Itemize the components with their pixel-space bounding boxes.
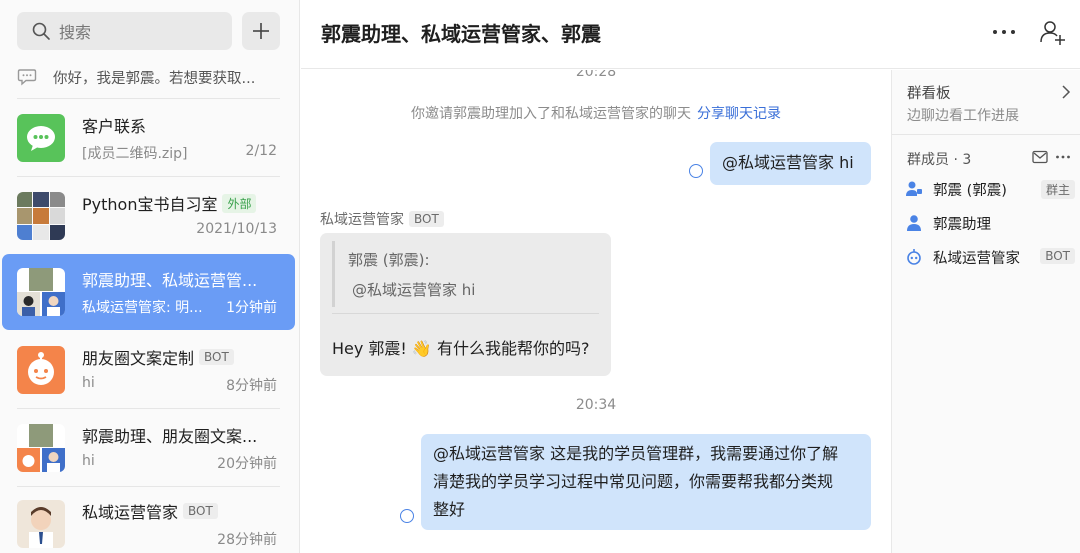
group-avatar — [17, 192, 65, 240]
members-title: 群成员 · 3 — [907, 152, 972, 168]
conversation-time: 28分钟前 — [217, 532, 277, 548]
bot-reply-text: Hey 郭震! 👋 有什么我能帮你的吗? — [332, 339, 590, 358]
conversation-name: 私域运营管家 BOT — [82, 499, 282, 523]
bot-tag: BOT — [199, 349, 234, 365]
robot-icon — [907, 249, 921, 265]
conversation-time: 20分钟前 — [217, 456, 277, 472]
bot-avatar — [17, 346, 65, 394]
outgoing-message[interactable]: @私域运营管家 这是我的学员管理群，我需要通过你了解 清楚我的学员学习过程中常见… — [421, 434, 871, 530]
conversation-sidebar: 搜索 你好，我是郭震。若想要获取... 客户联系 [成员二维码.zip] 2/1… — [0, 0, 300, 553]
add-member-button[interactable] — [1039, 18, 1067, 46]
conversation-name: Python宝书自习室 外部 — [82, 191, 282, 215]
conversation-subtitle: hi — [82, 453, 95, 469]
conversation-item-current-group[interactable]: 郭震助理、私域运营管... 私域运营管家: 明... 1分钟前 — [2, 254, 295, 330]
message-area[interactable]: 20:28 你邀请郭震助理加入了和私域运营管家的聊天 分享聊天记录 @私域运营管家… — [301, 70, 891, 553]
search-placeholder: 搜索 — [59, 23, 92, 42]
incoming-message[interactable]: 郭震 (郭震): @私域运营管家 hi Hey 郭震! 👋 有什么我能帮你的吗? — [320, 233, 611, 376]
bot-tag: BOT — [183, 503, 218, 519]
group-avatar — [17, 268, 65, 316]
group-info-panel: 群看板 边聊边看工作进展 群成员 · 3 郭震 (郭震) 群主 郭震助理 私域运… — [891, 70, 1080, 553]
conversation-item-private-ops-bot[interactable]: 私域运营管家 BOT 28分钟前 — [2, 486, 295, 553]
add-person-icon — [1040, 21, 1065, 45]
read-status-icon — [689, 164, 703, 178]
divider — [892, 134, 1080, 135]
quote-text: @私域运营管家 hi — [352, 281, 476, 299]
message-sender: 私域运营管家 BOT — [320, 209, 444, 229]
system-message: 你邀请郭震助理加入了和私域运营管家的聊天 分享聊天记录 — [411, 106, 781, 122]
conversation-time: 1分钟前 — [226, 300, 277, 316]
divider — [17, 98, 280, 99]
share-history-link[interactable]: 分享聊天记录 — [697, 106, 781, 122]
search-box[interactable]: 搜索 — [17, 12, 232, 50]
message-line: @私域运营管家 这是我的学员管理群，我需要通过你了解 — [433, 444, 839, 463]
group-avatar — [17, 424, 65, 472]
chat-header: 郭震助理、私域运营管家、郭震 — [301, 0, 1080, 69]
conversation-time: 8分钟前 — [226, 378, 277, 394]
conversation-name: 客户联系 — [82, 117, 147, 136]
chevron-right-icon — [1062, 85, 1071, 99]
plus-icon — [253, 23, 269, 39]
external-tag: 外部 — [222, 193, 257, 213]
timestamp: 20:34 — [575, 397, 617, 413]
quoted-message: 郭震 (郭震): @私域运营管家 hi — [332, 241, 599, 307]
member-item[interactable]: 郭震助理 — [905, 210, 1075, 236]
person-icon — [907, 215, 921, 231]
conversation-name: 朋友圈文案定制 BOT — [82, 345, 282, 369]
conversation-item-moments-group[interactable]: 郭震助理、朋友圈文案... hi 20分钟前 — [2, 410, 295, 486]
quote-divider — [332, 313, 599, 314]
quote-author: 郭震 (郭震): — [348, 251, 430, 269]
member-name: 私域运营管家 — [933, 250, 1020, 267]
conversation-item-customer-contact[interactable]: 客户联系 [成员二维码.zip] 2/12 — [2, 100, 295, 176]
member-name: 郭震助理 — [933, 216, 991, 233]
conversation-subtitle: 私域运营管家: 明... — [82, 300, 203, 316]
board-title: 群看板 — [907, 86, 951, 102]
preview-text: 你好，我是郭震。若想要获取... — [53, 70, 256, 87]
message-line: 整好 — [433, 500, 466, 519]
conversation-subtitle: hi — [82, 375, 95, 391]
search-icon — [32, 22, 50, 40]
add-button[interactable] — [242, 12, 280, 50]
divider — [17, 408, 280, 409]
more-dots-icon[interactable] — [1055, 150, 1071, 164]
owner-person-icon — [906, 181, 922, 196]
chat-title: 郭震助理、私域运营管家、郭震 — [321, 22, 601, 46]
conversation-name: 郭震助理、朋友圈文案... — [82, 427, 258, 446]
bot-avatar — [17, 500, 65, 548]
message-line: 清楚我的学员学习过程中常见问题，你需要帮我都分类规 — [433, 472, 834, 491]
app-window: 搜索 你好，我是郭震。若想要获取... 客户联系 [成员二维码.zip] 2/1… — [0, 0, 1080, 553]
owner-tag: 群主 — [1040, 180, 1075, 199]
board-subtitle: 边聊边看工作进展 — [907, 108, 1019, 124]
conversation-time: 2021/10/13 — [196, 221, 277, 237]
conversation-item-python-study-room[interactable]: Python宝书自习室 外部 2021/10/13 — [2, 178, 295, 254]
wechat-icon — [17, 114, 65, 162]
conversation-subtitle: [成员二维码.zip] — [82, 146, 188, 162]
mail-icon[interactable] — [1032, 150, 1048, 164]
timestamp: 20:28 — [575, 70, 617, 80]
more-dots-icon — [993, 30, 1015, 34]
member-item[interactable]: 郭震 (郭震) 群主 — [905, 176, 1075, 202]
bot-tag: BOT — [1040, 248, 1075, 264]
outgoing-message[interactable]: @私域运营管家 hi — [710, 142, 871, 185]
chat-bubble-icon — [17, 69, 37, 86]
bot-tag: BOT — [409, 211, 444, 227]
member-name: 郭震 (郭震) — [933, 182, 1007, 199]
conversation-name: 郭震助理、私域运营管... — [82, 271, 258, 290]
member-item[interactable]: 私域运营管家 BOT — [905, 244, 1075, 270]
conversation-item-moments-copywriting[interactable]: 朋友圈文案定制 BOT hi 8分钟前 — [2, 332, 295, 408]
more-options-button[interactable] — [991, 22, 1017, 42]
read-status-icon — [400, 509, 414, 523]
conversation-time: 2/12 — [245, 143, 277, 159]
divider — [17, 176, 280, 177]
message-preview-row[interactable]: 你好，我是郭震。若想要获取... — [17, 64, 282, 90]
